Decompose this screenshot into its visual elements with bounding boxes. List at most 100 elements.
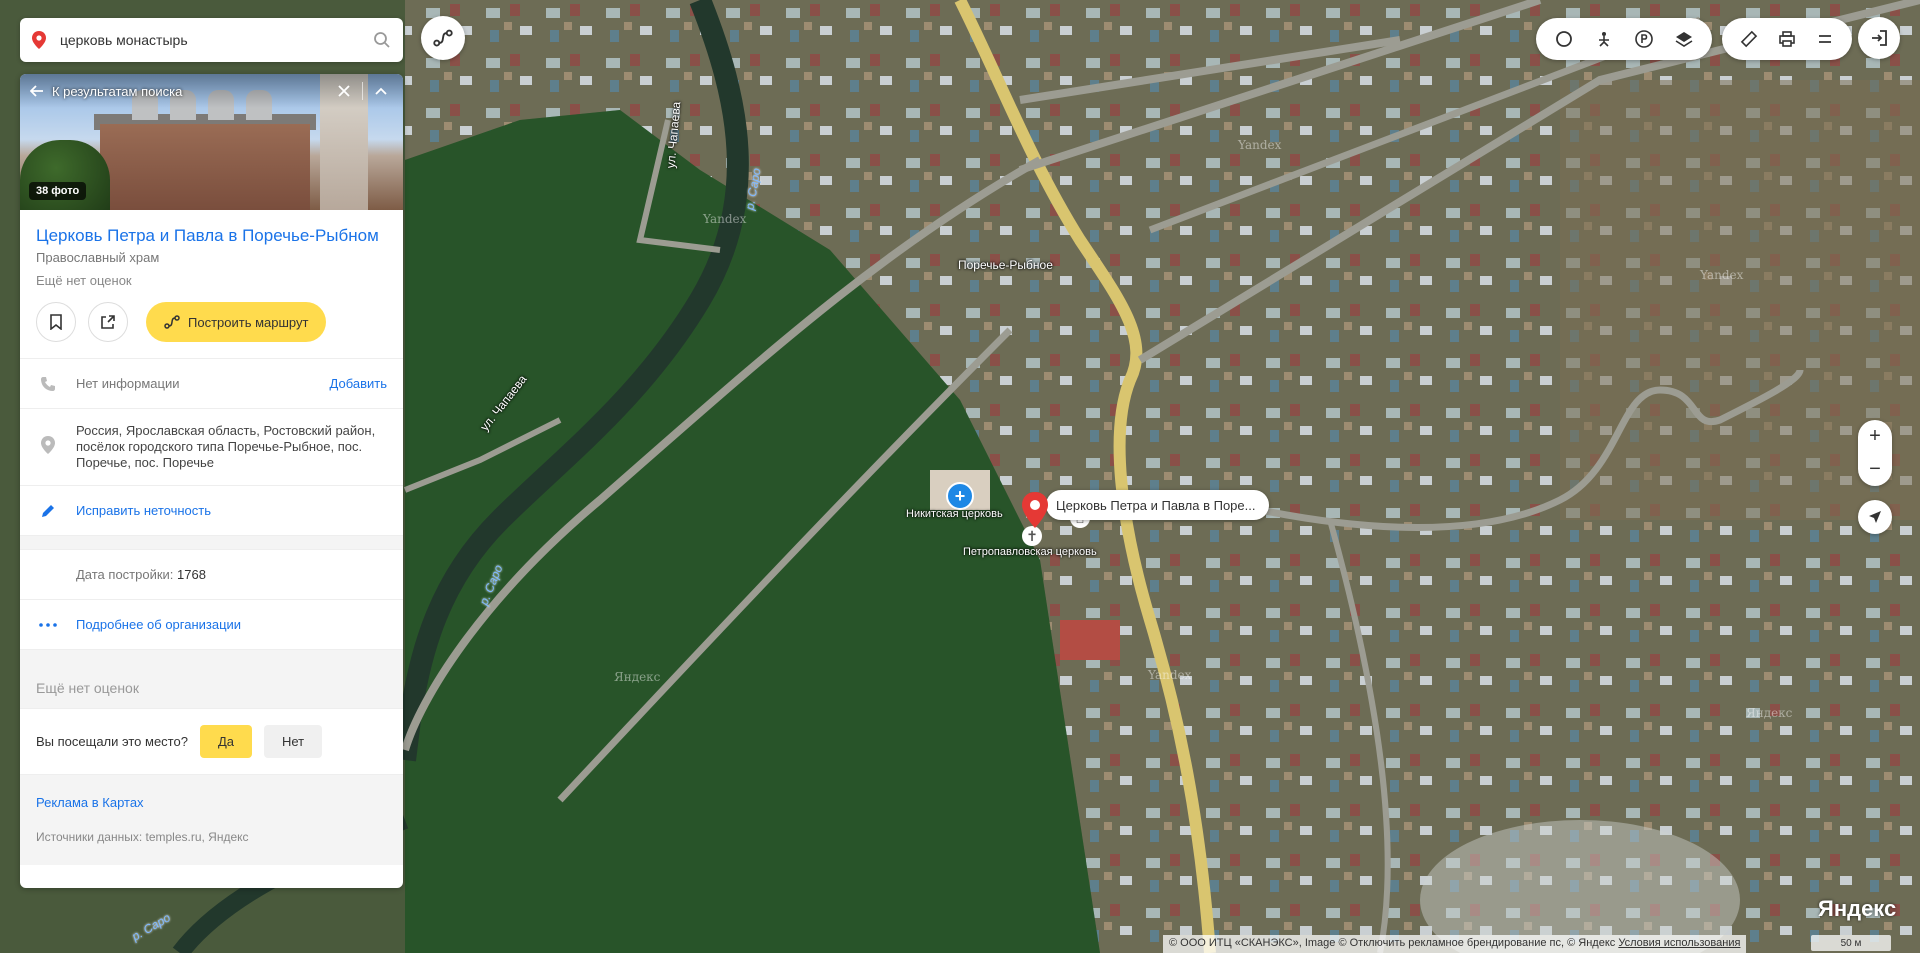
place-photo[interactable]: К результатам поиска 38 фото [20, 74, 403, 210]
location-icon [36, 435, 60, 455]
close-icon [338, 85, 350, 97]
poi-label-nikitskaya: Никитская церковь [906, 508, 1003, 520]
visited-question: Вы посещали это место? [36, 734, 188, 749]
map-watermark: Yandex [703, 212, 747, 226]
transit-icon [1599, 32, 1609, 47]
collapse-button[interactable] [369, 79, 393, 103]
pencil-icon [36, 501, 60, 521]
place-actions: Построить маршрут [20, 288, 403, 359]
photo-header-bar: К результатам поиска [20, 74, 403, 108]
build-route-label: Построить маршрут [188, 314, 309, 330]
tools-toolbar [1722, 18, 1852, 60]
town-label: Поречье-Рыбное [958, 258, 1053, 272]
map-watermark: Yandex [1238, 138, 1282, 152]
photo-church-body [100, 124, 310, 210]
ads-link[interactable]: Реклама в Картах [36, 795, 387, 810]
place-title-link[interactable]: Церковь Петра и Павла в Поречье-Рыбном [36, 226, 379, 245]
search-box [20, 18, 403, 62]
back-to-results-button[interactable]: К результатам поиска [30, 84, 332, 99]
visited-prompt: Вы посещали это место? Да Нет [20, 709, 403, 775]
built-value: 1768 [177, 566, 206, 582]
scale-bar[interactable]: 50 м [1811, 935, 1891, 951]
poi-petropavlovskaya-church[interactable]: ✝ [1022, 526, 1042, 546]
place-title[interactable]: Церковь Петра и Павла в Поречье-Рыбном [20, 210, 403, 246]
built-info: Дата постройки: 1768 [76, 567, 387, 583]
traffic-icon [1556, 31, 1572, 47]
bookmark-button[interactable] [36, 302, 76, 342]
layers-button[interactable] [1664, 18, 1704, 60]
yandex-logo: Яндекс [1818, 896, 1897, 921]
terms-link[interactable]: Условия использования [1618, 937, 1740, 949]
poi-nikitskaya-church[interactable]: + [946, 482, 974, 510]
parking-button[interactable] [1624, 18, 1664, 60]
visited-no-button[interactable]: Нет [264, 725, 323, 758]
panel-footer: Реклама в Картах Источники данных: templ… [20, 775, 403, 865]
more-row[interactable]: Подробнее об организации [20, 600, 403, 650]
chevron-up-icon [375, 87, 387, 95]
poi-label-petropavlovskaya: Петропавловская церковь [963, 546, 1097, 558]
zoom-in-button[interactable]: + [1858, 422, 1892, 452]
login-icon [1872, 30, 1887, 46]
parking-icon [1635, 30, 1653, 48]
share-button[interactable] [88, 302, 128, 342]
place-rating: Ещё нет оценок [36, 273, 132, 288]
arrow-left-icon [30, 85, 43, 97]
map-layers-toolbar [1536, 18, 1712, 60]
menu-button[interactable] [1806, 18, 1844, 60]
copyright-text: © ООО ИТЦ «СКАНЭКС», Image © Отключить р… [1169, 937, 1616, 949]
search-icon[interactable] [373, 31, 391, 49]
address-value[interactable]: Россия, Ярославская область, Ростовский … [76, 423, 387, 471]
phone-icon [36, 374, 60, 394]
map-watermark: Яндекс [1746, 706, 1793, 720]
traffic-button[interactable] [1544, 18, 1584, 60]
zoom-out-button[interactable]: − [1858, 455, 1892, 485]
route-icon [164, 315, 180, 329]
built-row: Дата постройки: 1768 [20, 550, 403, 600]
visited-yes-button[interactable]: Да [199, 725, 252, 758]
map-watermark: Яндекс [614, 670, 661, 684]
zoom-control: + − [1858, 420, 1892, 486]
selected-place-callout[interactable]: Церковь Петра и Павла в Поре... [1046, 490, 1270, 520]
selected-place-pin-icon[interactable] [1022, 492, 1048, 528]
ruler-icon [1740, 30, 1758, 48]
route-icon [433, 29, 453, 47]
data-sources: Источники данных: temples.ru, Яндекс [36, 830, 249, 844]
close-button[interactable] [332, 79, 356, 103]
callout-label: Церковь Петра и Павла в Поре... [1056, 497, 1256, 513]
menu-icon [1819, 35, 1831, 43]
route-planner-button[interactable] [421, 16, 465, 60]
map-watermark: Yandex [1148, 668, 1192, 682]
copyright-bar: © ООО ИТЦ «СКАНЭКС», Image © Отключить р… [1163, 935, 1747, 953]
address-row: Россия, Ярославская область, Ростовский … [20, 409, 403, 486]
more-about-link[interactable]: Подробнее об организации [76, 617, 387, 633]
phone-row: Нет информации Добавить [20, 359, 403, 409]
phone-value: Нет информации [76, 375, 180, 391]
location-arrow-icon [1869, 511, 1881, 523]
place-card: К результатам поиска 38 фото Церковь Пет… [20, 74, 403, 888]
print-icon [1779, 31, 1795, 47]
fix-inaccuracy-link[interactable]: Исправить неточность [76, 503, 387, 519]
bookmark-icon [50, 314, 62, 330]
empty-icon-slot [36, 565, 60, 585]
map-watermark: Yandex [1700, 268, 1744, 282]
built-label: Дата постройки: [76, 566, 174, 582]
build-route-button[interactable]: Построить маршрут [146, 302, 327, 342]
no-rating-block: Ещё нет оценок [20, 650, 403, 709]
back-to-results-label: К результатам поиска [52, 83, 183, 99]
transit-button[interactable] [1584, 18, 1624, 60]
fix-row[interactable]: Исправить неточность [20, 486, 403, 536]
map-pin-icon [32, 31, 46, 49]
login-button[interactable] [1858, 17, 1900, 59]
share-icon [101, 315, 115, 329]
header-divider [362, 82, 363, 100]
my-location-button[interactable] [1858, 500, 1892, 534]
place-category: Православный храм [36, 250, 160, 265]
layers-icon [1675, 32, 1693, 47]
print-button[interactable] [1768, 18, 1806, 60]
ruler-button[interactable] [1730, 18, 1768, 60]
photo-count-badge[interactable]: 38 фото [29, 182, 87, 200]
more-dots-icon [36, 615, 60, 635]
add-phone-link[interactable]: Добавить [330, 376, 387, 391]
search-input[interactable] [60, 32, 373, 48]
section-gap [20, 536, 403, 550]
